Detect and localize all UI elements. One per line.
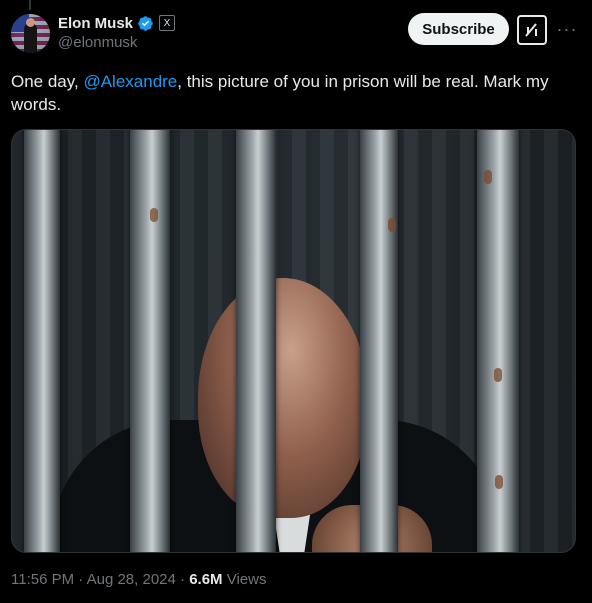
tweet-image[interactable] (11, 129, 576, 553)
author-name[interactable]: Elon Musk (58, 15, 133, 32)
mention-link[interactable]: @Alexandre (83, 72, 177, 91)
tweet-metadata: 11:56 PM · Aug 28, 2024 · 6.6M Views (11, 571, 266, 588)
image-rust-spot (484, 170, 492, 184)
x-affiliate-badge-icon[interactable]: X (159, 15, 176, 31)
subscribe-button[interactable]: Subscribe (408, 13, 509, 45)
avatar-head (26, 18, 35, 27)
tweet-time[interactable]: 11:56 PM (11, 571, 74, 588)
views-label: Views (222, 571, 267, 588)
separator-dot: · (74, 571, 87, 588)
verified-badge-icon[interactable] (137, 15, 154, 32)
tweet-text-start: One day, (11, 72, 84, 91)
image-rust-spot (388, 218, 396, 232)
more-icon[interactable]: ··· (556, 14, 578, 44)
grok-icon[interactable] (517, 15, 547, 45)
image-bald-head (198, 278, 368, 518)
image-rust-spot (495, 475, 503, 489)
tweet-text: One day, @Alexandre, this picture of you… (11, 70, 571, 116)
avatar[interactable] (11, 14, 50, 53)
grok-glyph-icon (525, 23, 537, 37)
views-count: 6.6M (189, 571, 223, 588)
image-rust-spot (494, 368, 502, 382)
tweet-date[interactable]: Aug 28, 2024 (87, 571, 176, 588)
image-prison-bar (24, 130, 60, 552)
separator-dot: · (175, 571, 190, 588)
image-prison-bar (477, 130, 519, 552)
image-rust-spot (150, 208, 158, 222)
thread-connector-line (29, 0, 31, 10)
image-prison-bar (236, 130, 276, 552)
avatar-figure (24, 23, 37, 53)
image-prison-bar (130, 130, 170, 552)
author-handle[interactable]: @elonmusk (58, 34, 137, 51)
image-prison-bar (360, 130, 398, 552)
author-name-row: Elon Musk X (58, 14, 176, 32)
